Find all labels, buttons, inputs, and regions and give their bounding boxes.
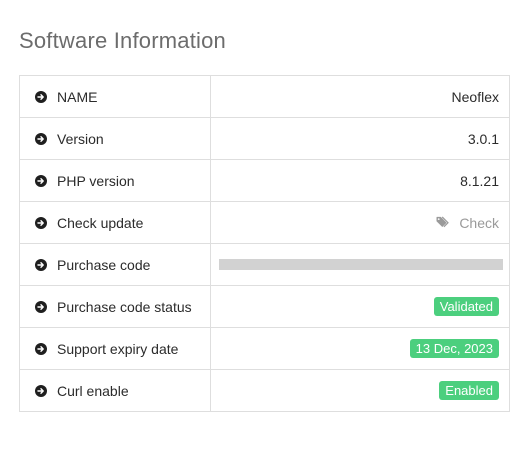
table-row: Purchase code status Validated [19, 285, 510, 328]
label-cell: Version [19, 117, 211, 160]
label-cell: Purchase code status [19, 285, 211, 328]
table-row: PHP version 8.1.21 [19, 159, 510, 202]
label-cell: PHP version [19, 159, 211, 202]
curl-status-badge: Enabled [439, 381, 499, 400]
row-label: Support expiry date [57, 340, 179, 357]
software-name-value: Neoflex [451, 88, 499, 105]
arrow-right-circle-icon [35, 174, 47, 187]
arrow-right-circle-icon [35, 342, 47, 355]
row-label: Curl enable [57, 382, 129, 399]
value-cell: 8.1.21 [210, 159, 510, 202]
arrow-right-circle-icon [35, 384, 47, 397]
table-row: Curl enable Enabled [19, 369, 510, 412]
label-cell: NAME [19, 75, 211, 118]
label-cell: Curl enable [19, 369, 211, 412]
value-cell: Enabled [210, 369, 510, 412]
software-info-page: Software Information NAME Neoflex Versio… [0, 0, 530, 454]
row-label: NAME [57, 88, 98, 105]
arrow-right-circle-icon [35, 132, 47, 145]
arrow-right-circle-icon [35, 258, 47, 271]
table-row: Purchase code [19, 243, 510, 286]
row-label: PHP version [57, 172, 135, 189]
row-label: Check update [57, 214, 144, 231]
value-cell: 3.0.1 [210, 117, 510, 160]
arrow-right-circle-icon [35, 216, 47, 229]
version-value: 3.0.1 [467, 130, 499, 147]
page-title: Software Information [19, 28, 226, 53]
arrow-right-circle-icon [35, 90, 47, 103]
row-label: Version [57, 130, 104, 147]
expiry-date-badge: 13 Dec, 2023 [409, 339, 499, 358]
table-row: Support expiry date 13 Dec, 2023 [19, 327, 510, 370]
label-cell: Purchase code [19, 243, 211, 286]
table-row: Check update Check [19, 201, 510, 244]
check-update-link[interactable]: Check [436, 215, 499, 231]
label-cell: Check update [19, 201, 211, 244]
value-cell: Neoflex [210, 75, 510, 118]
arrow-right-circle-icon [35, 300, 47, 313]
php-version-value: 8.1.21 [460, 172, 499, 189]
status-badge: Validated [433, 297, 499, 316]
label-cell: Support expiry date [19, 327, 211, 370]
software-info-table: NAME Neoflex Version 3.0.1 PHP version 8… [19, 75, 510, 412]
value-cell: Validated [210, 285, 510, 328]
value-cell [210, 243, 510, 286]
row-label: Purchase code status [57, 298, 192, 315]
value-cell: Check [210, 201, 510, 244]
value-cell: 13 Dec, 2023 [210, 327, 510, 370]
row-label: Purchase code [57, 256, 151, 273]
table-row: Version 3.0.1 [19, 117, 510, 160]
table-row: NAME Neoflex [19, 75, 510, 118]
purchase-code-masked-bar [219, 259, 503, 270]
tag-icon [436, 215, 451, 231]
check-update-label: Check [459, 214, 499, 231]
